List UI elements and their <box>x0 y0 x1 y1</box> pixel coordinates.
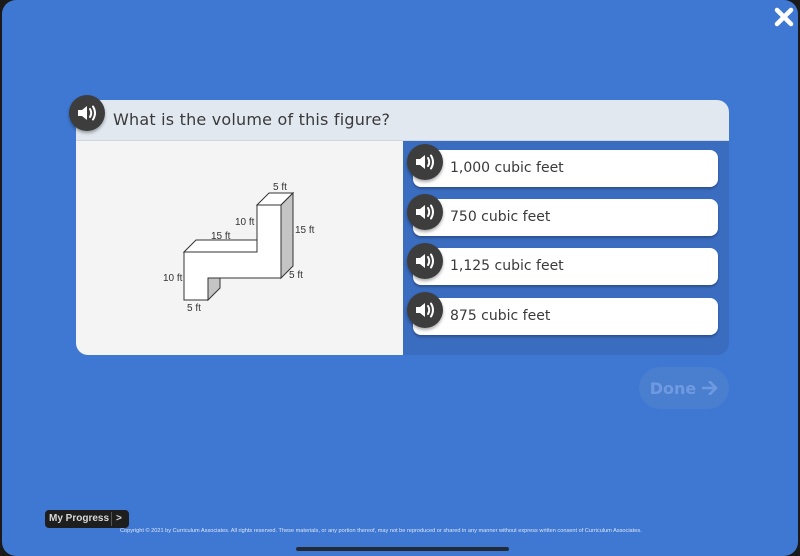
answer-option-1[interactable]: 1,000 cubic feet <box>413 150 718 187</box>
done-button[interactable]: Done <box>639 367 729 409</box>
answer-label: 1,125 cubic feet <box>450 258 564 274</box>
l-shaped-prism-figure: 5 ft 10 ft 15 ft 15 ft 10 ft 5 ft 5 ft <box>163 182 315 314</box>
question-header: What is the volume of this figure? <box>76 100 729 141</box>
label-upper-height: 10 ft <box>235 217 255 228</box>
speaker-icon <box>416 204 434 220</box>
question-audio-button[interactable] <box>69 95 105 131</box>
tower-side-face <box>280 191 294 280</box>
answer-label: 875 cubic feet <box>450 308 551 324</box>
done-label: Done <box>649 378 697 398</box>
figure-panel: 5 ft 10 ft 15 ft 15 ft 10 ft 5 ft 5 ft <box>76 141 403 355</box>
question-text: What is the volume of this figure? <box>113 110 391 129</box>
speaker-icon <box>416 302 434 318</box>
close-icon <box>774 7 794 27</box>
answer-3-audio-button[interactable] <box>407 243 443 279</box>
copyright-text: Copyright © 2021 by Curriculum Associate… <box>120 528 642 534</box>
label-bottom-width: 5 ft <box>187 303 201 314</box>
close-button[interactable] <box>773 6 795 28</box>
answer-label: 750 cubic feet <box>450 209 551 225</box>
speaker-icon <box>416 253 434 269</box>
answer-4-audio-button[interactable] <box>407 292 443 328</box>
speaker-icon <box>416 154 434 170</box>
arrow-right-icon <box>702 381 718 395</box>
answer-2-audio-button[interactable] <box>407 194 443 230</box>
my-progress-button[interactable]: My Progress > <box>45 510 129 528</box>
answer-option-2[interactable]: 750 cubic feet <box>413 199 718 236</box>
answer-option-3[interactable]: 1,125 cubic feet <box>413 248 718 285</box>
home-indicator[interactable] <box>296 547 509 551</box>
answer-option-4[interactable]: 875 cubic feet <box>413 298 718 335</box>
answer-label: 1,000 cubic feet <box>450 160 564 176</box>
label-top-width: 5 ft <box>273 182 287 193</box>
my-progress-label: My Progress <box>49 513 110 524</box>
notch-side-face <box>207 277 221 302</box>
label-right-height: 15 ft <box>295 225 315 236</box>
speaker-icon <box>78 105 96 121</box>
chevron-right-icon: > <box>116 513 122 524</box>
app-screen: What is the volume of this figure? 5 ft … <box>2 0 798 556</box>
label-right-depth: 5 ft <box>289 270 303 281</box>
answer-1-audio-button[interactable] <box>407 144 443 180</box>
label-left-height: 10 ft <box>163 273 183 284</box>
divider <box>111 512 112 526</box>
label-middle-length: 15 ft <box>211 231 231 242</box>
